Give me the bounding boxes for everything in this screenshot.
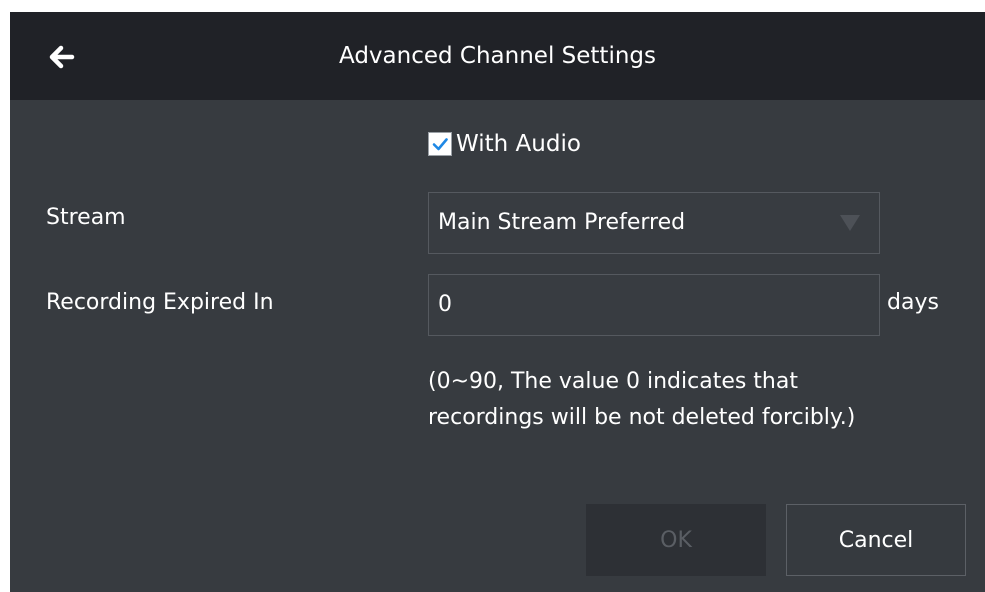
dialog-title: Advanced Channel Settings <box>339 43 656 69</box>
advanced-channel-settings-dialog: Advanced Channel Settings With Audio Str… <box>10 12 985 592</box>
expiry-hint: (0~90, The value 0 indicates that record… <box>428 364 958 436</box>
stream-selected-value: Main Stream Preferred <box>438 210 686 235</box>
stream-select[interactable]: Main Stream Preferred <box>428 192 880 254</box>
recording-expired-input[interactable]: 0 <box>428 274 880 336</box>
hint-line-1: (0~90, The value 0 indicates that <box>428 369 798 394</box>
recording-expired-label: Recording Expired In <box>46 290 274 315</box>
days-unit-label: days <box>887 290 939 315</box>
triangle-down-icon <box>840 215 860 231</box>
ok-button[interactable]: OK <box>586 504 766 576</box>
stream-label: Stream <box>46 205 126 230</box>
recording-expired-value: 0 <box>438 292 452 317</box>
with-audio-checkbox[interactable]: With Audio <box>428 128 581 160</box>
checkbox-box[interactable] <box>428 132 452 156</box>
with-audio-label: With Audio <box>456 131 581 157</box>
hint-line-2: recordings will be not deleted forcibly.… <box>428 405 856 430</box>
checkmark-icon <box>432 138 448 151</box>
dialog-header: Advanced Channel Settings <box>10 12 985 100</box>
cancel-button[interactable]: Cancel <box>786 504 966 576</box>
